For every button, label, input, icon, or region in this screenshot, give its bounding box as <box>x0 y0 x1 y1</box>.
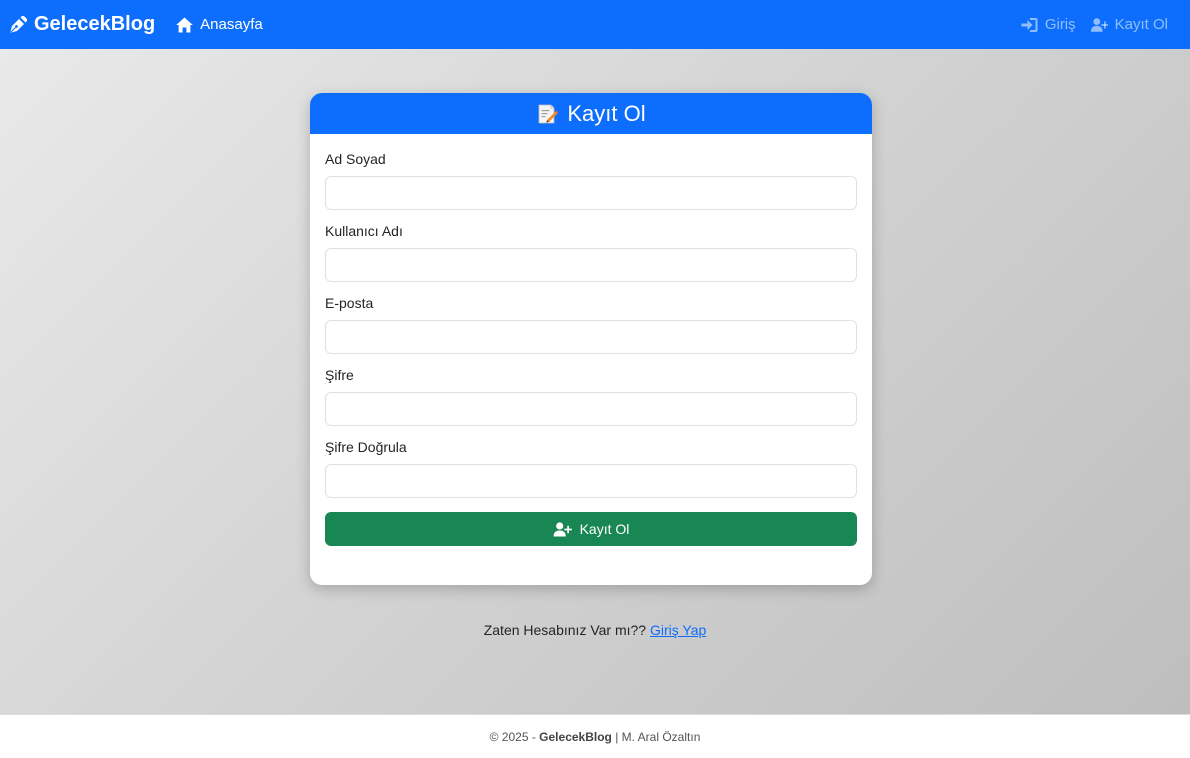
username-label: Kullanıcı Adı <box>325 223 403 239</box>
nav-login-label: Giriş <box>1044 16 1076 33</box>
fullname-label: Ad Soyad <box>325 151 386 167</box>
brand-link[interactable]: GelecekBlog <box>8 13 155 36</box>
login-link[interactable]: Giriş Yap <box>650 622 706 638</box>
user-plus-icon <box>1090 17 1108 32</box>
register-submit-button[interactable]: Kayıt Ol <box>325 512 857 546</box>
register-submit-label: Kayıt Ol <box>579 521 630 537</box>
register-card: Kayıt Ol Ad Soyad Kullanıcı Adı E-posta … <box>310 93 872 585</box>
field-email: E-posta <box>325 294 857 354</box>
sign-in-icon <box>1021 17 1038 32</box>
memo-icon <box>538 104 559 123</box>
navbar: GelecekBlog Anasayfa Giriş Kayıt Ol <box>0 0 1190 49</box>
password-confirm-input[interactable] <box>325 464 857 498</box>
password-label: Şifre <box>325 367 354 383</box>
password-confirm-label: Şifre Doğrula <box>325 439 407 455</box>
card-title: Kayıt Ol <box>567 100 646 126</box>
main-content: Kayıt Ol Ad Soyad Kullanıcı Adı E-posta … <box>0 49 1190 714</box>
card-header: Kayıt Ol <box>310 93 872 134</box>
email-input[interactable] <box>325 320 857 354</box>
nav-right: Giriş Kayıt Ol <box>1021 16 1168 33</box>
field-username: Kullanıcı Adı <box>325 222 857 282</box>
field-fullname: Ad Soyad <box>325 150 857 210</box>
nav-home-link[interactable]: Anasayfa <box>176 16 263 33</box>
footer-author: | M. Aral Özaltın <box>615 729 701 744</box>
nav-login-link[interactable]: Giriş <box>1021 16 1076 33</box>
pen-nib-icon <box>10 15 28 33</box>
email-label: E-posta <box>325 295 374 311</box>
nav-register-link[interactable]: Kayıt Ol <box>1090 16 1168 33</box>
nav-register-label: Kayıt Ol <box>1114 16 1168 33</box>
password-input[interactable] <box>325 392 857 426</box>
field-password-confirm: Şifre Doğrula <box>325 438 857 498</box>
footer-copyright: © 2025 - <box>489 729 536 744</box>
home-icon <box>176 17 193 32</box>
field-password: Şifre <box>325 366 857 426</box>
fullname-input[interactable] <box>325 176 857 210</box>
footer-brand: GelecekBlog <box>539 729 612 744</box>
footer: © 2025 - GelecekBlog | M. Aral Özaltın <box>0 714 1190 758</box>
register-form: Ad Soyad Kullanıcı Adı E-posta Şifre Şif… <box>310 134 872 546</box>
login-prompt: Zaten Hesabınız Var mı?? Giriş Yap <box>0 622 1190 638</box>
username-input[interactable] <box>325 248 857 282</box>
brand-name: GelecekBlog <box>34 13 156 35</box>
user-plus-icon <box>553 521 572 537</box>
login-prompt-text: Zaten Hesabınız Var mı?? <box>483 622 647 638</box>
nav-left: GelecekBlog Anasayfa <box>8 13 263 36</box>
nav-home-label: Anasayfa <box>200 16 263 33</box>
